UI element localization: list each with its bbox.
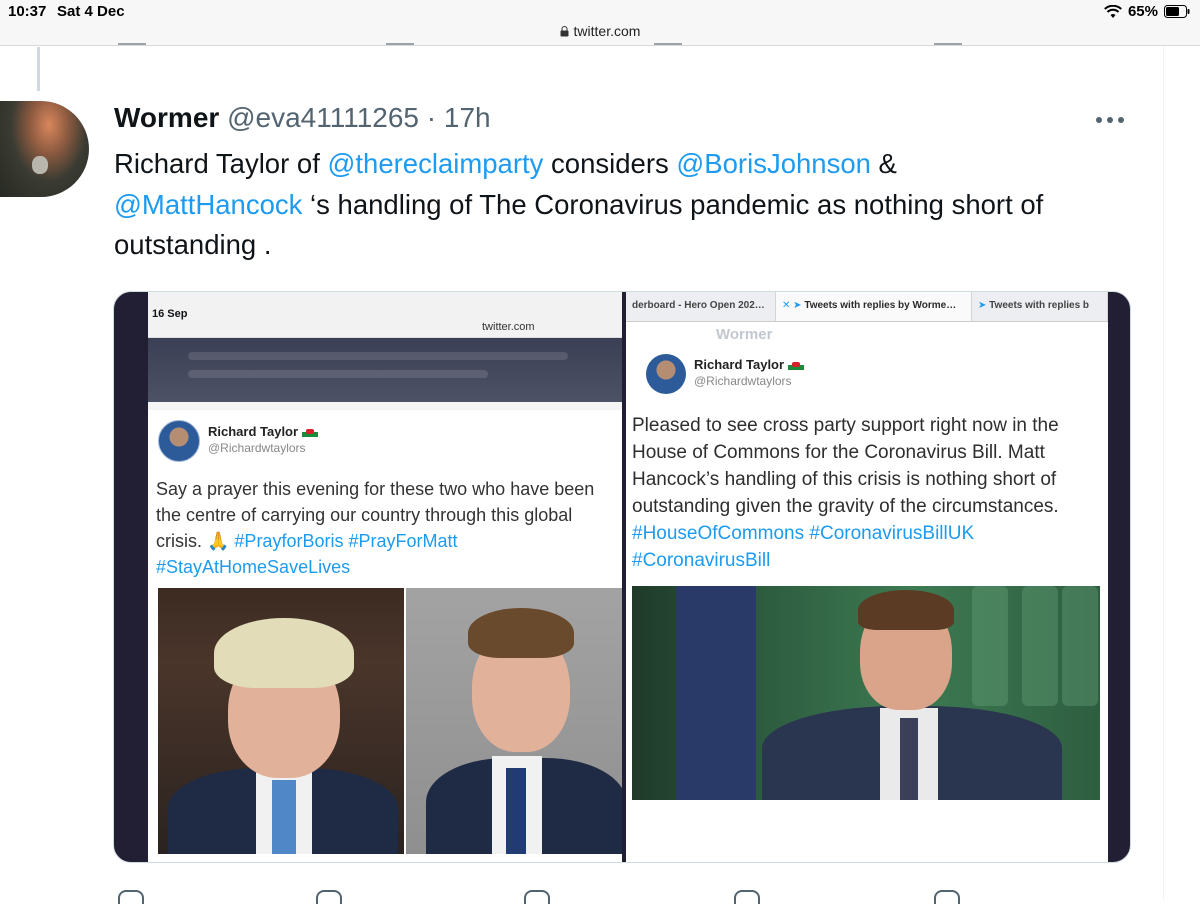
left-embedded-tweet: Richard Taylor @Richardwtaylors Say a pr… <box>148 410 622 862</box>
right-tab-3: ➤ Tweets with replies b <box>972 292 1108 321</box>
right-hashtags: #HouseOfCommons #CoronavirusBillUK #Coro… <box>632 523 975 571</box>
tweet-action-bar <box>0 884 1160 904</box>
right-tab-1: derboard - Hero Open 202… <box>626 292 776 321</box>
left-photos <box>158 588 622 854</box>
like-icon[interactable] <box>524 890 550 904</box>
share-icon[interactable] <box>734 890 760 904</box>
right-author-name: Richard Taylor <box>694 357 805 372</box>
right-faded-title: Wormer <box>716 326 773 343</box>
tweet-media-image[interactable]: 16 Sep twitter.com Richard Taylor @Richa… <box>113 291 1131 863</box>
status-indicators: 65% <box>1104 3 1190 20</box>
tweet-text-part: & <box>870 148 897 179</box>
left-author-name: Richard Taylor <box>208 424 319 439</box>
user-handle[interactable]: @eva41111265 <box>227 102 419 133</box>
avatar-sheep <box>32 156 48 174</box>
prev-like-icon[interactable] <box>654 35 682 45</box>
screenshot-left-panel: 16 Sep twitter.com Richard Taylor @Richa… <box>148 292 622 862</box>
more-options-icon[interactable] <box>1096 117 1126 125</box>
right-browser-tabs: derboard - Hero Open 202… ✕ ➤ Tweets wit… <box>626 292 1108 322</box>
avatar[interactable] <box>0 101 89 197</box>
tweet-text: Richard Taylor of @thereclaimparty consi… <box>114 144 1144 266</box>
prev-share-icon[interactable] <box>934 35 962 45</box>
battery-icon <box>1164 5 1190 18</box>
left-status-bar: 16 Sep twitter.com <box>148 292 622 338</box>
left-author-handle: @Richardwtaylors <box>208 441 306 455</box>
reply-icon[interactable] <box>118 890 144 904</box>
right-tab-2: ✕ ➤ Tweets with replies by Worme… <box>776 292 972 321</box>
tweet-text-part: considers <box>543 148 677 179</box>
mention-thereclaimparty[interactable]: @thereclaimparty <box>327 148 543 179</box>
retweet-icon[interactable] <box>316 890 342 904</box>
photo-house-of-commons <box>632 586 1100 800</box>
left-tweet-text: Say a prayer this evening for these two … <box>156 479 595 577</box>
right-embedded-tweet: Richard Taylor @Richardwtaylors Pleased … <box>632 350 1100 850</box>
welsh-flag-icon <box>788 360 805 370</box>
photo-boris-johnson <box>158 588 404 854</box>
separator-dot: · <box>426 102 437 133</box>
status-bar: 10:37 Sat 4 Dec 65% twitter.com <box>0 0 1200 46</box>
right-author-handle: @Richardwtaylors <box>694 374 792 388</box>
prev-retweet-icon[interactable] <box>386 35 414 45</box>
left-blurred-header <box>148 338 622 410</box>
display-name[interactable]: Wormer <box>114 102 219 133</box>
screenshot-right-panel: derboard - Hero Open 202… ✕ ➤ Tweets wit… <box>626 292 1108 862</box>
welsh-flag-icon <box>302 427 319 437</box>
mention-matthancock[interactable]: @MattHancock <box>114 189 302 220</box>
battery-percent: 65% <box>1127 3 1158 20</box>
column-divider <box>1163 46 1164 900</box>
wifi-icon <box>1104 4 1122 19</box>
previous-tweet-actions <box>0 35 1200 47</box>
right-tweet-text: Pleased to see cross party support right… <box>632 415 1059 571</box>
status-date: Sat 4 Dec <box>57 3 125 20</box>
thread-line <box>37 47 40 91</box>
analytics-icon[interactable] <box>934 890 960 904</box>
mention-borisjohnson[interactable]: @BorisJohnson <box>676 148 871 179</box>
prev-reply-icon[interactable] <box>118 35 146 45</box>
left-date: 16 Sep <box>152 308 188 320</box>
tweet-time[interactable]: 17h <box>444 102 491 133</box>
tweet-text-part: Richard Taylor of <box>114 148 328 179</box>
status-time: 10:37 <box>8 3 47 20</box>
left-author-avatar <box>158 420 200 462</box>
left-url: twitter.com <box>482 321 535 333</box>
right-author-avatar <box>646 354 686 394</box>
tweet-header: Wormer @eva41111265 · 17h <box>114 102 491 134</box>
photo-matt-hancock <box>406 588 622 854</box>
